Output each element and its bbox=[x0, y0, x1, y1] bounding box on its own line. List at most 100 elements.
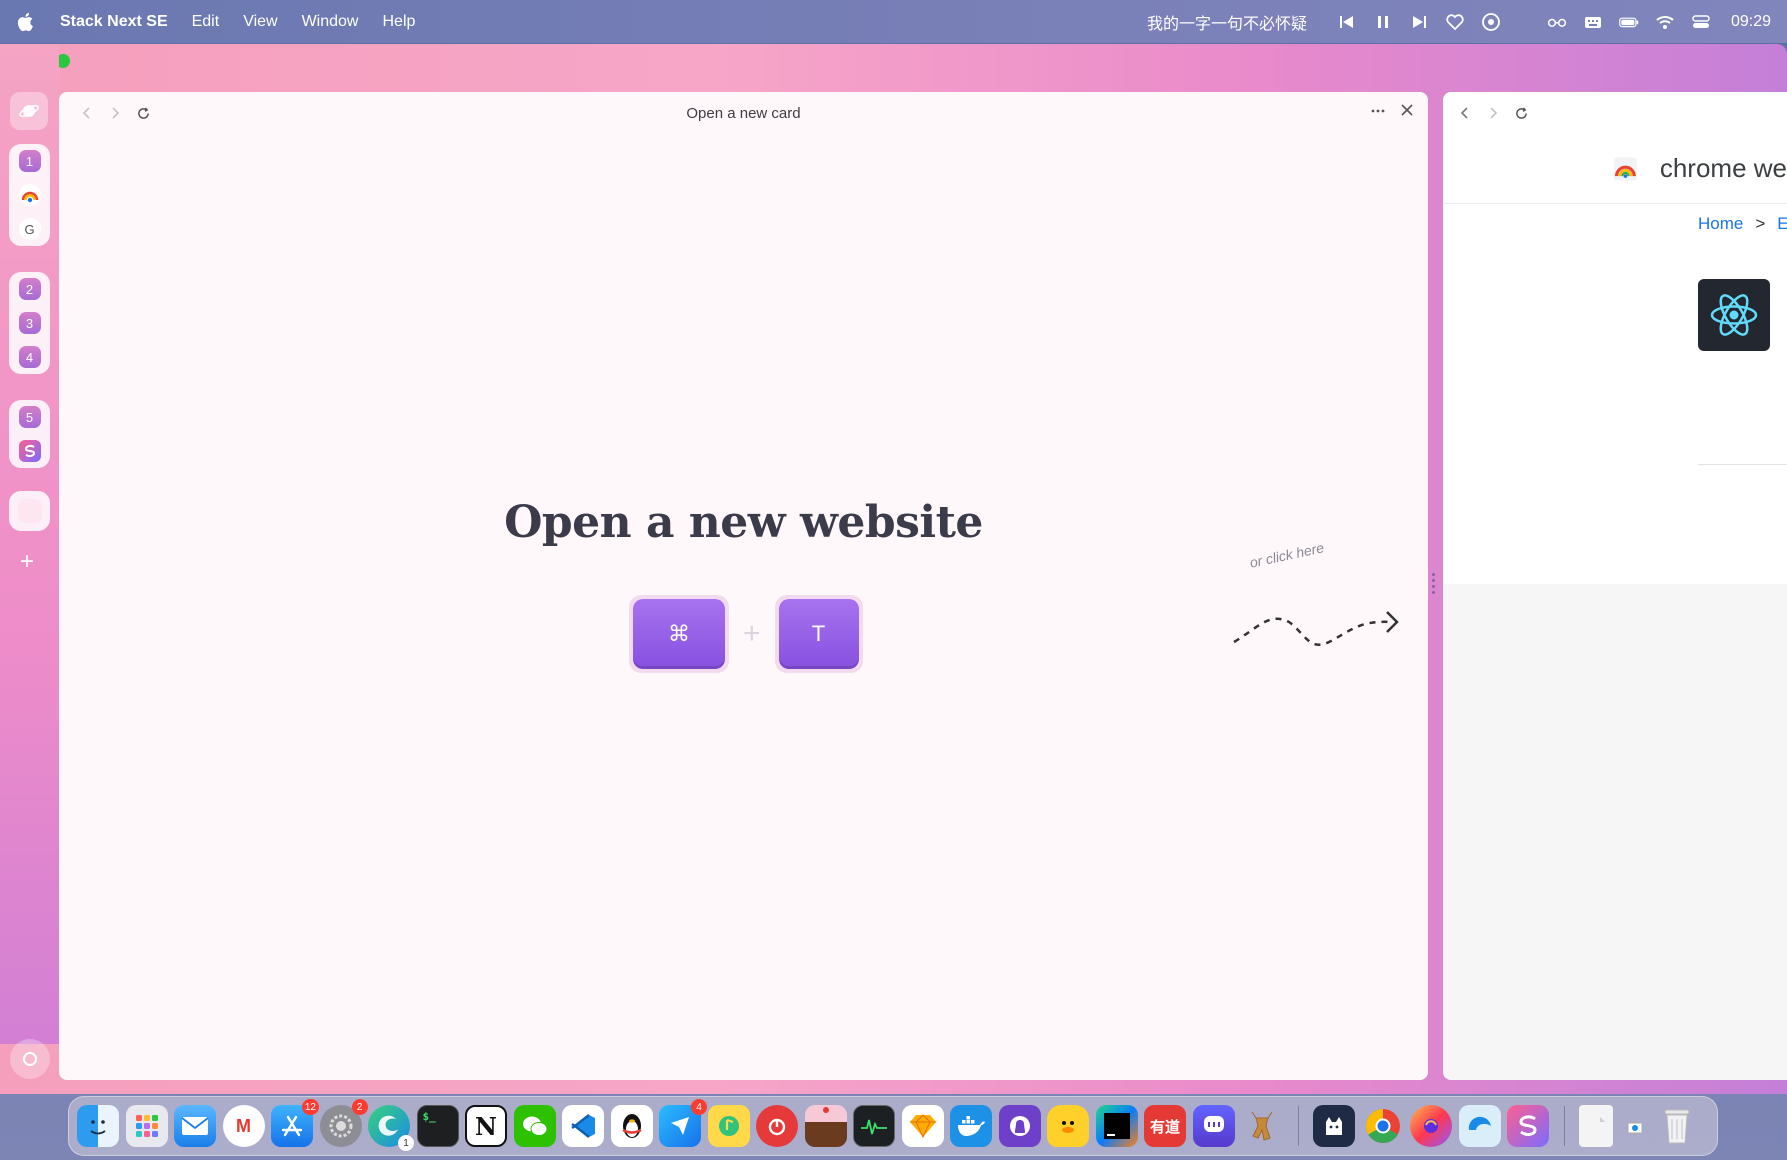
netease-music-icon[interactable] bbox=[756, 1105, 798, 1147]
edge-browser-icon[interactable]: 1 bbox=[368, 1105, 414, 1151]
web-store-title: chrome we bbox=[1659, 153, 1787, 183]
wifi-icon[interactable] bbox=[1655, 12, 1675, 32]
card-resize-handle[interactable] bbox=[1432, 570, 1436, 600]
control-center-icon[interactable] bbox=[1691, 12, 1711, 32]
firefox-icon[interactable] bbox=[1410, 1105, 1452, 1147]
edge-minimized-icon[interactable] bbox=[1620, 1105, 1650, 1147]
add-stack-button[interactable]: + bbox=[20, 548, 34, 576]
wechat-icon[interactable] bbox=[513, 1105, 556, 1147]
menu-help[interactable]: Help bbox=[382, 13, 415, 31]
previous-track-icon[interactable] bbox=[1337, 12, 1357, 32]
finder-icon[interactable] bbox=[77, 1105, 119, 1147]
back-button[interactable] bbox=[73, 99, 101, 127]
dock: M 12 2 1 $_ N 4 有道 bbox=[68, 1096, 1718, 1156]
stack-5-badge[interactable]: 5 bbox=[18, 406, 41, 428]
heart-icon[interactable] bbox=[1445, 12, 1465, 32]
apple-menu-icon[interactable] bbox=[16, 12, 34, 32]
app-store-icon[interactable]: 12 bbox=[271, 1099, 319, 1147]
now-playing-text[interactable]: 我的一字一句不必怀疑 bbox=[1147, 10, 1307, 34]
forward-button[interactable] bbox=[101, 99, 129, 127]
chevron-right-icon bbox=[112, 107, 120, 119]
jetbrains-inner-icon bbox=[1103, 1113, 1130, 1139]
qq-penguin-icon[interactable] bbox=[610, 1105, 653, 1147]
menu-bar: Stack Next SE Edit View Window Help 我的一字… bbox=[0, 0, 1787, 43]
terminal-icon[interactable]: $_ bbox=[416, 1105, 459, 1147]
deer-app-icon[interactable] bbox=[1241, 1105, 1283, 1147]
react-devtools-icon[interactable] bbox=[1698, 279, 1770, 351]
reload-button[interactable] bbox=[129, 99, 157, 127]
close-card-icon[interactable] bbox=[1400, 103, 1414, 124]
sidebar-new-stack-slot[interactable] bbox=[9, 491, 50, 531]
github-desktop-icon[interactable] bbox=[998, 1105, 1041, 1147]
menu-window[interactable]: Window bbox=[302, 13, 359, 31]
card2-reload-button[interactable] bbox=[1507, 99, 1535, 127]
youdao-dict-icon[interactable]: 有道 bbox=[1144, 1105, 1186, 1147]
breadcrumb: Home > E bbox=[1698, 214, 1787, 234]
stack-logo-button[interactable] bbox=[10, 92, 48, 130]
chrome-icon[interactable] bbox=[1362, 1105, 1404, 1147]
jetbrains-icon[interactable] bbox=[1095, 1105, 1138, 1147]
chevron-left-icon bbox=[82, 107, 90, 119]
next-track-icon[interactable] bbox=[1409, 12, 1429, 32]
stack-1-badge[interactable]: 1 bbox=[18, 150, 41, 172]
stack-4-badge[interactable]: 4 bbox=[18, 346, 41, 368]
stack-3-badge[interactable]: 3 bbox=[18, 312, 41, 334]
menu-view[interactable]: View bbox=[243, 13, 277, 31]
t-key-wrapper: T bbox=[774, 595, 863, 673]
qq-music-icon[interactable] bbox=[707, 1105, 750, 1147]
cmd-key-wrapper: ⌘ bbox=[629, 595, 729, 673]
card2-back-button[interactable] bbox=[1451, 99, 1479, 127]
breadcrumb-next-link[interactable]: E bbox=[1777, 214, 1787, 234]
breadcrumb-separator: > bbox=[1755, 214, 1766, 233]
music-app-icon[interactable] bbox=[1481, 12, 1501, 32]
app-store-badge: 12 bbox=[301, 1099, 319, 1115]
system-settings-icon[interactable]: 2 bbox=[319, 1099, 368, 1147]
settings-badge: 2 bbox=[351, 1099, 368, 1115]
menubar-clock[interactable]: 09:29 bbox=[1731, 13, 1771, 31]
pause-icon[interactable] bbox=[1373, 12, 1393, 32]
breadcrumb-home-link[interactable]: Home bbox=[1698, 214, 1743, 234]
vscode-icon[interactable] bbox=[562, 1105, 604, 1147]
menu-edit[interactable]: Edit bbox=[192, 13, 220, 31]
sidebar-stack-group-3: 5 bbox=[9, 400, 50, 468]
chevron-right-icon bbox=[1490, 107, 1498, 119]
docker-icon[interactable] bbox=[950, 1105, 992, 1147]
launchpad-icon[interactable] bbox=[125, 1105, 168, 1147]
dashed-arrow-icon bbox=[1233, 611, 1399, 646]
keyboard-icon[interactable] bbox=[1583, 12, 1603, 32]
google-favicon[interactable]: G bbox=[18, 218, 41, 240]
shortcut-plus: + bbox=[743, 617, 761, 650]
activity-monitor-icon[interactable] bbox=[853, 1105, 895, 1147]
cmd-key[interactable]: ⌘ bbox=[633, 599, 725, 669]
edge-preview-icon[interactable] bbox=[1458, 1105, 1501, 1147]
content-divider bbox=[1698, 464, 1787, 465]
cat-app-icon[interactable] bbox=[1313, 1105, 1355, 1147]
sketch-icon[interactable] bbox=[901, 1105, 944, 1147]
t-key[interactable]: T bbox=[778, 599, 859, 669]
notion-icon[interactable]: N bbox=[465, 1105, 507, 1147]
chrome-web-store-logo-icon[interactable] bbox=[1613, 155, 1638, 183]
more-options-icon[interactable] bbox=[1370, 103, 1386, 124]
gmail-m-icon[interactable]: M bbox=[222, 1105, 265, 1147]
stack-sidebar: 1 G 2 3 4 5 + bbox=[0, 44, 59, 1079]
trash-icon[interactable] bbox=[1656, 1105, 1698, 1147]
stack-app-favicon[interactable] bbox=[18, 440, 41, 462]
sidebar-settings-button[interactable] bbox=[10, 1039, 50, 1079]
card-actions bbox=[1370, 103, 1414, 124]
feishu-icon[interactable]: 4 bbox=[659, 1099, 707, 1147]
stack-2-badge[interactable]: 2 bbox=[18, 278, 41, 300]
circle-icon bbox=[23, 1052, 37, 1066]
mail-icon[interactable] bbox=[174, 1105, 216, 1147]
stack-s-icon bbox=[24, 444, 35, 458]
cyberduck-icon[interactable] bbox=[1047, 1105, 1089, 1147]
reload-icon bbox=[137, 106, 149, 119]
app-name-menu[interactable]: Stack Next SE bbox=[60, 13, 168, 31]
card2-forward-button[interactable] bbox=[1479, 99, 1507, 127]
mastodon-icon[interactable] bbox=[1192, 1105, 1235, 1147]
cake-app-icon[interactable] bbox=[804, 1105, 847, 1147]
chrome-store-favicon[interactable] bbox=[18, 184, 41, 206]
glasses-icon[interactable] bbox=[1547, 12, 1567, 32]
battery-icon[interactable] bbox=[1619, 12, 1639, 32]
document-icon[interactable] bbox=[1579, 1105, 1613, 1147]
stack-app-dock-icon[interactable] bbox=[1507, 1105, 1549, 1147]
